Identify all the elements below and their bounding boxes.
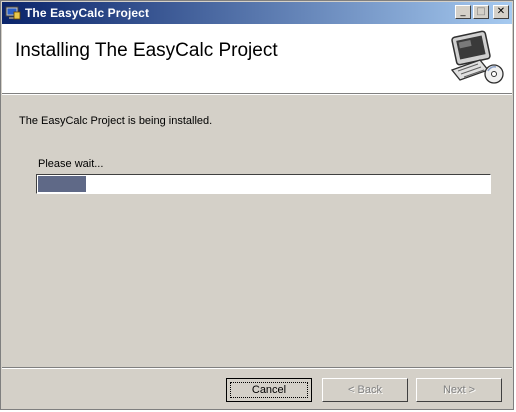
next-button-label: Next > [442,384,476,396]
window-title: The EasyCalc Project [25,6,150,20]
installer-app-icon [5,5,21,21]
install-progress-bar [36,174,491,194]
page-heading: Installing The EasyCalc Project [15,40,278,61]
focus-rectangle [230,382,308,398]
computer-setup-icon [444,30,504,86]
progress-fill [38,176,86,192]
please-wait-label: Please wait... [38,158,104,170]
header-banner: Installing The EasyCalc Project [2,24,512,95]
minimize-button[interactable]: _ [455,5,471,19]
back-button[interactable]: < Back [322,378,408,402]
install-status-message: The EasyCalc Project is being installed. [19,115,213,127]
cancel-button[interactable]: Cancel [226,378,312,402]
installer-window: The EasyCalc Project _ □ ✕ Installing Th… [0,0,514,410]
footer-separator [2,367,512,369]
maximize-button[interactable]: □ [473,5,489,19]
window-controls: _ □ ✕ [455,5,509,19]
title-bar[interactable]: The EasyCalc Project _ □ ✕ [2,2,512,24]
back-button-label: < Back [348,384,382,396]
next-button[interactable]: Next > [416,378,502,402]
close-button[interactable]: ✕ [493,5,509,19]
